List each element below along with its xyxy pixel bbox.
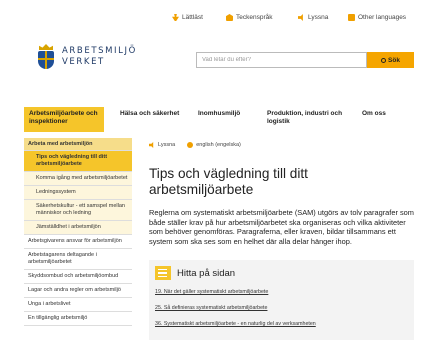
crest-icon <box>35 44 57 70</box>
top-utility-bar: Lättläst Teckenspråk Lyssna Other langua… <box>0 14 427 28</box>
top-link-other-languages[interactable]: Other languages <box>348 14 406 21</box>
search-input[interactable] <box>196 52 367 68</box>
sidebar-subitem[interactable]: Säkerhetskultur - ett samspel mellan män… <box>24 200 132 221</box>
speaker-icon <box>298 14 303 21</box>
main-navigation: Arbetsmiljöarbete och inspektioner Hälsa… <box>24 107 414 132</box>
sign-language-icon <box>226 14 233 21</box>
toc-link[interactable]: 19. När det gäller systematiskt arbetsmi… <box>155 289 408 296</box>
list-icon <box>155 266 171 280</box>
search-bar: Sök <box>196 52 414 68</box>
nav-item-arbetsmiljoarbete[interactable]: Arbetsmiljöarbete och inspektioner <box>24 107 104 132</box>
page-tools: Lyssna english (engelska) <box>149 138 414 152</box>
toc-link[interactable]: 25. Så definieras systematiskt arbetsmil… <box>155 305 408 312</box>
top-link-label: Lättläst <box>182 14 203 21</box>
sidebar-item[interactable]: En tillgänglig arbetsmiljö <box>24 312 132 326</box>
globe-icon <box>187 142 194 148</box>
sidebar-item[interactable]: Lagar och andra regler om arbetsmiljö <box>24 284 132 298</box>
sidebar-item-selected[interactable]: Tips och vägledning till ditt arbetsmilj… <box>24 151 132 172</box>
top-link-listen[interactable]: Lyssna <box>298 14 328 21</box>
nav-item-om-oss[interactable]: Om oss <box>362 107 402 132</box>
logo-line-1: ARBETSMILJÖ <box>62 46 137 56</box>
sidebar-subitem[interactable]: Jämställdhet i arbetsmiljön <box>24 221 132 235</box>
speaker-icon <box>149 142 154 148</box>
nav-item-halsa[interactable]: Hälsa och säkerhet <box>120 107 190 132</box>
top-link-label: Lyssna <box>308 14 329 21</box>
nav-item-inomhusmiljo[interactable]: Inomhusmiljö <box>198 107 258 132</box>
toc-link[interactable]: 36. Systematiskt arbetsmiljöarbete - en … <box>155 321 408 328</box>
globe-icon <box>348 14 355 21</box>
toc-panel: Hitta på sidan 19. När det gäller system… <box>149 260 414 340</box>
logo-line-2: VERKET <box>62 57 105 67</box>
listen-link[interactable]: Lyssna <box>149 142 175 148</box>
sidebar: Arbeta med arbetsmiljön Tips och vägledn… <box>24 138 132 326</box>
english-link[interactable]: english (engelska) <box>187 142 241 148</box>
search-icon <box>381 57 387 63</box>
easy-read-icon <box>172 14 179 21</box>
top-link-sign-language[interactable]: Teckenspråk <box>226 14 273 21</box>
toc-header: Hitta på sidan <box>155 266 408 280</box>
nav-item-produktion[interactable]: Produktion, industri och logistik <box>267 107 347 132</box>
sidebar-subitem[interactable]: Komma igång med arbetsmiljöarbetet <box>24 172 132 186</box>
sidebar-header[interactable]: Arbeta med arbetsmiljön <box>24 138 132 151</box>
listen-label: Lyssna <box>158 142 176 148</box>
sidebar-item[interactable]: Unga i arbetslivet <box>24 298 132 312</box>
lead-paragraph: Reglerna om systematiskt arbetsmiljöarbe… <box>149 208 414 246</box>
sidebar-item[interactable]: Arbetsgivarens ansvar för arbetsmiljön <box>24 235 132 249</box>
search-button[interactable]: Sök <box>367 52 414 68</box>
sidebar-item[interactable]: Arbetstagarens deltagande i arbetsmiljöa… <box>24 249 132 270</box>
sidebar-item[interactable]: Skyddsombud och arbetsmiljöombud <box>24 270 132 284</box>
search-button-label: Sök <box>388 56 400 64</box>
site-logo[interactable]: ARBETSMILJÖ VERKET <box>35 44 137 70</box>
english-label: english (engelska) <box>196 142 241 148</box>
top-link-label: Other languages <box>358 14 407 21</box>
page-title: Tips och vägledning till ditt arbetsmilj… <box>149 166 308 197</box>
logo-text: ARBETSMILJÖ VERKET <box>62 46 137 68</box>
top-link-label: Teckenspråk <box>236 14 273 21</box>
sidebar-subitem[interactable]: Ledningssystem <box>24 186 132 200</box>
top-link-easy-read[interactable]: Lättläst <box>172 14 203 21</box>
main-content: Lyssna english (engelska) Tips och vägle… <box>149 138 414 340</box>
toc-title: Hitta på sidan <box>177 267 236 279</box>
